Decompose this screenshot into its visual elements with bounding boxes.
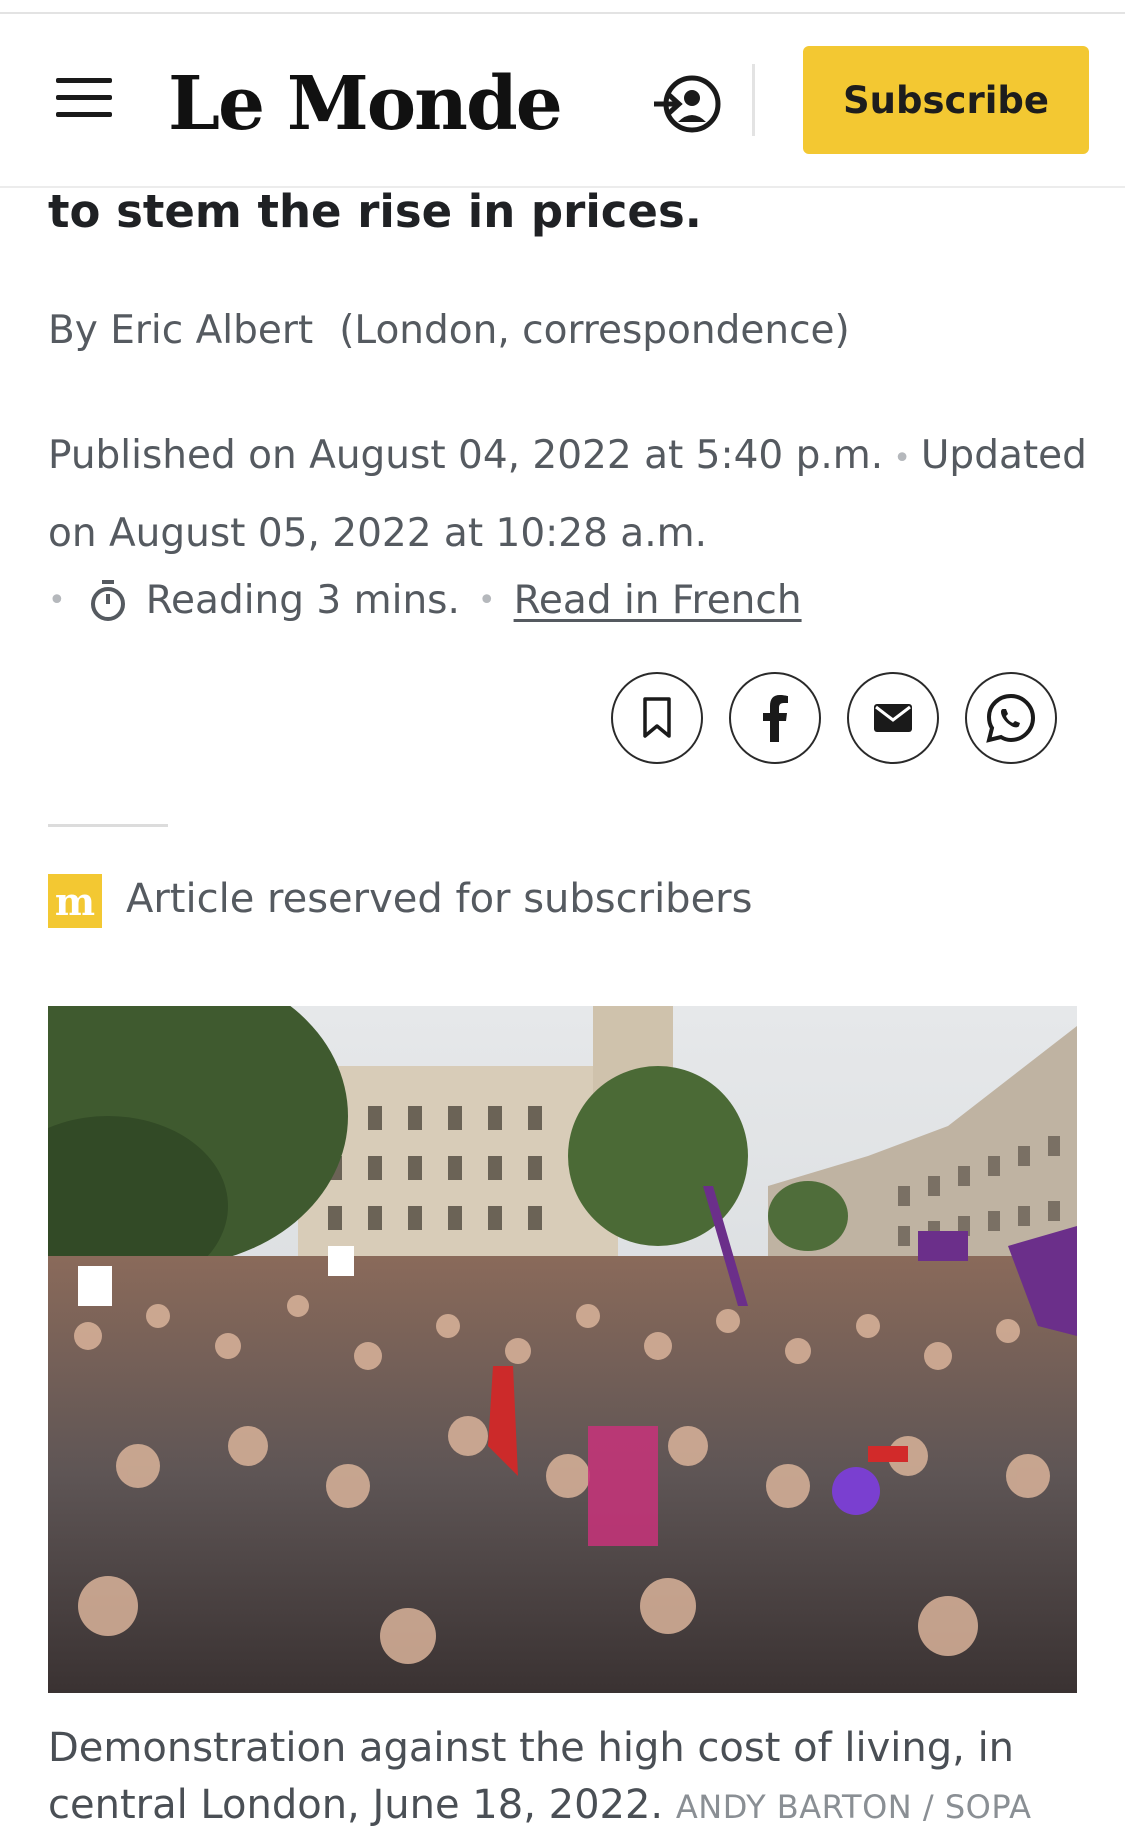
email-icon (874, 704, 912, 732)
facebook-icon (763, 695, 788, 742)
hamburger-menu-icon[interactable] (56, 78, 112, 118)
publication-info: Published on August 04, 2022 at 5:40 p.m… (48, 418, 1088, 571)
byline-author[interactable]: By Eric Albert (48, 308, 313, 353)
header-divider (752, 64, 755, 136)
reading-time: Reading 3 mins. (145, 578, 460, 623)
subscriber-badge-icon: m (48, 874, 102, 928)
photo-credit: ANDY BARTON / SOPA (675, 1788, 1032, 1826)
account-login-icon[interactable] (652, 74, 724, 134)
top-edge (0, 0, 1125, 14)
site-header: Le Monde Subscribe (0, 14, 1125, 188)
byline: By Eric Albert (London, correspondence) (48, 308, 850, 353)
published-date: Published on August 04, 2022 at 5:40 p.m… (48, 433, 884, 478)
byline-role: (London, correspondence) (339, 308, 850, 353)
separator-dot: • (893, 441, 911, 476)
subscriber-notice: Article reserved for subscribers (126, 876, 753, 922)
bookmark-button[interactable] (611, 672, 703, 764)
section-divider (48, 824, 168, 827)
reading-meta: • Reading 3 mins. • Read in French (48, 578, 802, 623)
separator-dot: • (48, 583, 66, 618)
separator-dot: • (477, 583, 496, 618)
article-photo[interactable] (48, 1006, 1077, 1693)
article-headline: to stem the rise in prices. (48, 185, 702, 238)
stopwatch-icon (88, 579, 128, 623)
photo-caption: Demonstration against the high cost of l… (48, 1720, 1088, 1836)
whatsapp-icon (986, 693, 1036, 743)
subscribe-button[interactable]: Subscribe (803, 46, 1089, 154)
read-in-french-link[interactable]: Read in French (514, 578, 802, 623)
share-email-button[interactable] (847, 672, 939, 764)
le-monde-logo[interactable]: Le Monde (168, 54, 563, 154)
share-facebook-button[interactable] (729, 672, 821, 764)
share-whatsapp-button[interactable] (965, 672, 1057, 764)
bookmark-icon (643, 697, 671, 738)
